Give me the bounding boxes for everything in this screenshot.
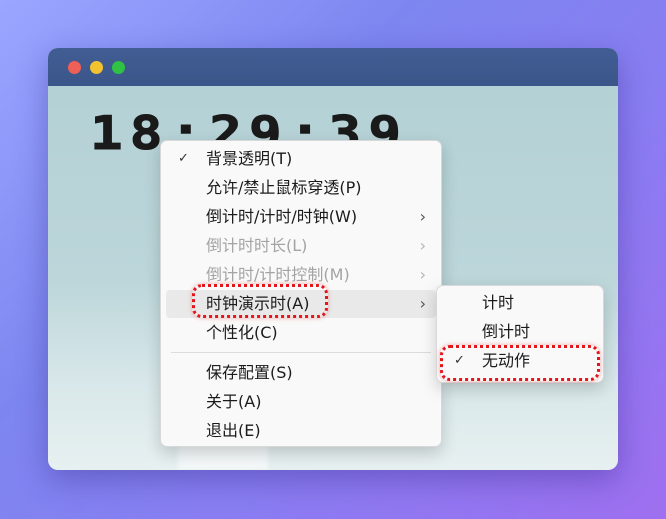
- menu-item-countdown-duration: 倒计时时长(L) ›: [166, 232, 436, 260]
- menu-item-label: 背景透明(T): [206, 149, 293, 168]
- close-button[interactable]: [68, 61, 81, 74]
- title-bar[interactable]: [48, 48, 618, 86]
- menu-item-mode[interactable]: 倒计时/计时/时钟(W) ›: [166, 203, 436, 231]
- menu-item-label: 倒计时: [482, 322, 531, 341]
- chevron-right-icon: ›: [419, 265, 426, 284]
- menu-item-label: 关于(A): [206, 392, 262, 411]
- menu-item-label: 允许/禁止鼠标穿透(P): [206, 178, 362, 197]
- menu-item-mouse-passthrough[interactable]: 允许/禁止鼠标穿透(P): [166, 174, 436, 202]
- annotation-outline-no-action: [440, 345, 600, 381]
- menu-item-transparent-background[interactable]: ✓ 背景透明(T): [166, 145, 436, 173]
- chevron-right-icon: ›: [419, 207, 426, 226]
- menu-separator: [171, 352, 431, 353]
- minimize-button[interactable]: [90, 61, 103, 74]
- check-icon: ✓: [178, 151, 189, 166]
- chevron-right-icon: ›: [419, 294, 426, 313]
- menu-item-label: 倒计时时长(L): [206, 236, 308, 255]
- background-highlight: [178, 443, 268, 470]
- annotation-outline-clock-demo: [192, 284, 328, 318]
- menu-item-about[interactable]: 关于(A): [166, 388, 436, 416]
- menu-item-label: 个性化(C): [206, 323, 278, 342]
- menu-item-label: 保存配置(S): [206, 363, 293, 382]
- menu-item-personalize[interactable]: 个性化(C): [166, 319, 436, 347]
- submenu-item-timer[interactable]: 计时: [442, 289, 598, 317]
- submenu-item-countdown[interactable]: 倒计时: [442, 318, 598, 346]
- menu-item-label: 计时: [482, 293, 515, 312]
- menu-item-exit[interactable]: 退出(E): [166, 417, 436, 445]
- chevron-right-icon: ›: [419, 236, 426, 255]
- menu-item-label: 退出(E): [206, 421, 261, 440]
- menu-item-label: 倒计时/计时/时钟(W): [206, 207, 358, 226]
- maximize-button[interactable]: [112, 61, 125, 74]
- menu-item-save-config[interactable]: 保存配置(S): [166, 359, 436, 387]
